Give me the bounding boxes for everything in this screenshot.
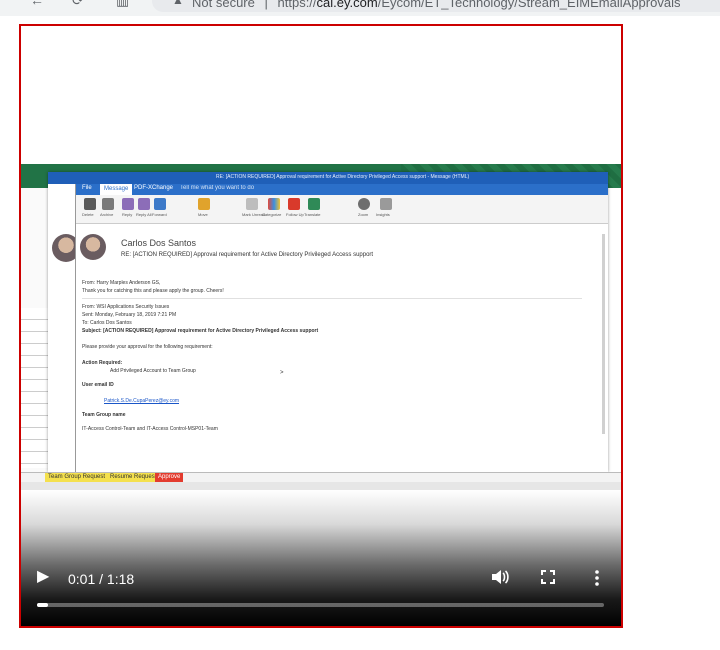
- move-icon: [198, 198, 210, 210]
- archive-icon: [102, 198, 114, 210]
- body-line: Sent: Monday, February 18, 2019 7:21 PM: [82, 312, 177, 318]
- fullscreen-icon[interactable]: [541, 570, 555, 584]
- sender-name: Carlos Dos Santos: [121, 238, 197, 248]
- tab-pdf-xchange: PDF-XChange: [134, 185, 174, 191]
- ribbon-button-label: Zoom: [358, 212, 369, 217]
- translate-icon: [308, 198, 320, 210]
- url-path: /Eycom/ET_Technology/Stream_EIMEmailAppr…: [377, 0, 681, 10]
- body-line: Action Required:: [82, 360, 123, 366]
- body-line: IT-Access Control-Team and IT-Access Con…: [82, 426, 218, 432]
- reply-icon: [122, 198, 134, 210]
- email-link: Patrick.S.De.CupaPerez@ey.com: [104, 398, 180, 404]
- body-line: From: WSI Applications Security Issues: [82, 304, 170, 310]
- mark-unread-icon: [246, 198, 258, 210]
- tell-me-box: Tell me what you want to do: [180, 185, 255, 191]
- sheet-tab: Approve: [155, 473, 184, 482]
- ribbon-button-label: Archive: [100, 212, 114, 217]
- outlook-message-window: File Message PDF-XChange Tell me what yo…: [48, 172, 608, 472]
- outlook-window-title: RE: [ACTION REQUIRED] Approval requireme…: [216, 174, 470, 180]
- follow-up-icon: [288, 198, 300, 210]
- warning-icon: ▲: [172, 0, 184, 7]
- body-line: From: Harry Marples Anderson GS,: [82, 280, 161, 286]
- ribbon-button-label: Reply: [122, 212, 133, 217]
- seek-bar[interactable]: [37, 603, 604, 607]
- more-vert-icon[interactable]: [594, 570, 600, 586]
- excel-status-bar: [21, 482, 621, 490]
- video-player[interactable]: File Message PDF-XChange Tell me what yo…: [19, 24, 623, 628]
- outlook-reading-window: File Message PDF-XChange Tell me what yo…: [75, 174, 608, 472]
- ribbon-button-label: Follow Up: [286, 212, 304, 217]
- body-line: Please provide your approval for the fol…: [82, 344, 213, 350]
- forward-icon: [154, 198, 166, 210]
- message-body: Carlos Dos Santos RE: [ACTION REQUIRED] …: [76, 226, 596, 472]
- tab-message: Message: [100, 184, 133, 195]
- url-prefix: https://: [277, 0, 317, 10]
- seek-bar-progress: [37, 603, 49, 607]
- ribbon-button-label: Reply All: [136, 212, 152, 217]
- delete-icon: [84, 198, 96, 210]
- url-separator: |: [264, 0, 268, 10]
- body-line: Add Privileged Account to Team Group: [110, 368, 196, 374]
- play-icon[interactable]: ▶: [37, 569, 49, 585]
- video-controls: ▶ 0:01 / 1:18: [21, 566, 621, 626]
- tab-file: File: [82, 185, 92, 191]
- ribbon-button-label: Insights: [376, 212, 390, 217]
- body-line: Subject: [ACTION REQUIRED] Approval requ…: [82, 328, 319, 334]
- categorize-icon: [268, 198, 280, 210]
- arrow-left-icon[interactable]: ←: [30, 0, 44, 8]
- ribbon-button-label: Move: [198, 212, 208, 217]
- body-line: User email ID: [82, 382, 114, 388]
- url-domain: cal.ey.com: [316, 0, 378, 10]
- sender-avatar: [80, 234, 106, 260]
- insights-icon: [380, 198, 392, 210]
- message-subject: RE: [ACTION REQUIRED] Approval requireme…: [121, 252, 374, 258]
- body-line: Thank you for catching this and please a…: [82, 288, 224, 294]
- outlook-ribbon: Delete Archive Reply Reply All Forward M…: [76, 195, 608, 224]
- ribbon-tab-bar: File Message PDF-XChange Tell me what yo…: [76, 174, 608, 195]
- ribbon-button-label: Forward: [152, 212, 167, 217]
- extensions-icon[interactable]: ▥: [116, 0, 129, 8]
- ribbon-button-label: Categorize: [262, 212, 282, 217]
- sheet-tab: Team Group Request: [45, 473, 109, 482]
- message-scrollbar: [602, 234, 605, 434]
- reply-all-icon: [138, 198, 150, 210]
- url-text[interactable]: Not secure | https://cal.ey.com/Eycom/ET…: [192, 0, 680, 11]
- body-line: To: Carlos Dos Santos: [82, 320, 132, 326]
- video-time-display: 0:01 / 1:18: [68, 571, 135, 587]
- body-line: Team Group name: [82, 412, 126, 418]
- zoom-icon: [358, 198, 370, 210]
- ribbon-button-label: Translate: [304, 212, 321, 217]
- sheet-tab: Resume Request: [107, 473, 160, 482]
- video-frame-content: File Message PDF-XChange Tell me what yo…: [21, 164, 621, 490]
- volume-icon[interactable]: [491, 569, 509, 585]
- reload-icon[interactable]: ⟳: [72, 0, 84, 8]
- cursor-icon: >: [280, 370, 284, 376]
- security-label: Not secure: [192, 0, 255, 10]
- ribbon-button-label: Delete: [82, 212, 94, 217]
- browser-toolbar: ← ⟳ ▥ ▲ Not secure | https://cal.ey.com/…: [0, 0, 720, 16]
